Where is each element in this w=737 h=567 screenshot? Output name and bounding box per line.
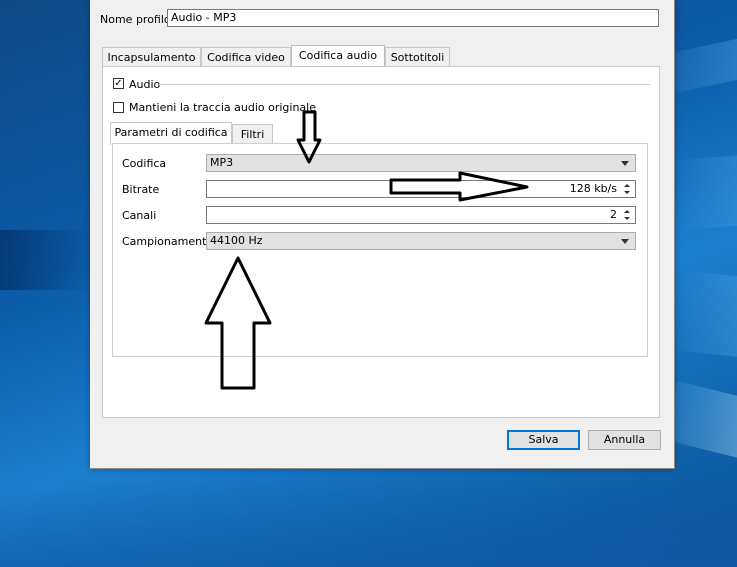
channels-spinbox[interactable]: 2 xyxy=(206,206,636,224)
chevron-down-icon xyxy=(621,239,629,244)
cancel-button[interactable]: Annulla xyxy=(588,430,661,450)
profile-name-label: Nome profilo xyxy=(100,13,171,26)
keep-original-checkbox[interactable] xyxy=(113,102,124,113)
samplerate-label: Campionamento xyxy=(122,235,214,248)
audio-checkbox-label: Audio xyxy=(129,78,161,91)
profile-name-input[interactable]: Audio - MP3 xyxy=(167,9,659,27)
bitrate-label: Bitrate xyxy=(122,183,160,196)
samplerate-value: 44100 Hz xyxy=(210,234,263,247)
chevron-down-icon xyxy=(621,161,629,166)
codec-label: Codifica xyxy=(122,157,167,170)
save-button[interactable]: Salva xyxy=(507,430,580,450)
encoding-params-panel xyxy=(112,143,648,357)
tab-sottotitoli[interactable]: Sottotitoli xyxy=(385,47,450,66)
channels-label: Canali xyxy=(122,209,157,222)
keep-original-label: Mantieni la traccia audio originale xyxy=(129,101,316,114)
tab-parametri-codifica[interactable]: Parametri di codifica xyxy=(110,122,232,145)
spin-up-icon[interactable] xyxy=(621,208,634,215)
spin-down-icon[interactable] xyxy=(621,189,634,196)
codec-select[interactable]: MP3 xyxy=(206,154,636,172)
audio-checkbox[interactable]: ✓ xyxy=(113,78,124,89)
audio-group-divider xyxy=(159,84,650,85)
spin-up-icon[interactable] xyxy=(621,182,634,189)
codec-value: MP3 xyxy=(210,156,234,169)
tab-incapsulamento[interactable]: Incapsulamento xyxy=(102,47,201,66)
channels-value: 2 xyxy=(610,208,617,221)
tab-codifica-audio[interactable]: Codifica audio xyxy=(291,45,385,67)
tab-filtri[interactable]: Filtri xyxy=(232,124,273,144)
samplerate-select[interactable]: 44100 Hz xyxy=(206,232,636,250)
bitrate-spinbox[interactable]: 128 kb/s xyxy=(206,180,636,198)
spin-down-icon[interactable] xyxy=(621,215,634,222)
tab-codifica-video[interactable]: Codifica video xyxy=(201,47,291,66)
bitrate-value: 128 kb/s xyxy=(569,182,617,195)
